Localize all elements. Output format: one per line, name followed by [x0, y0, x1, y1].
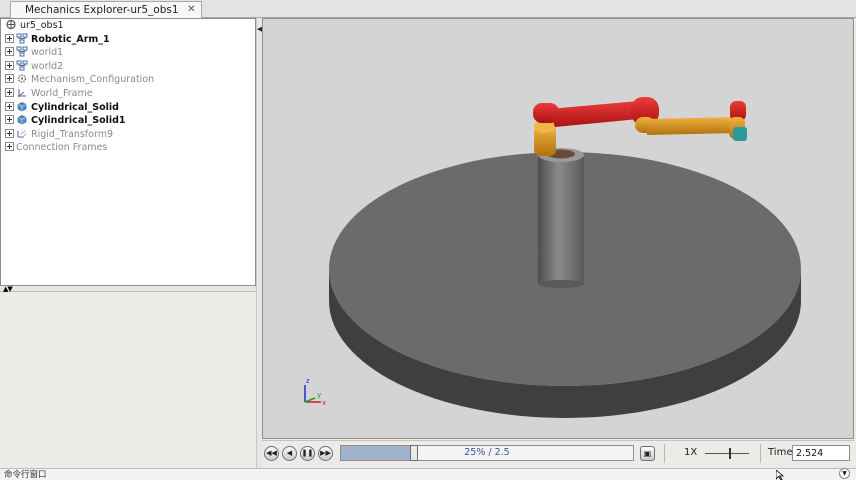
tree-item[interactable]: Robotic_Arm_1	[1, 33, 255, 47]
chevron-down-icon[interactable]: ▼	[839, 468, 850, 479]
subsystem-icon	[16, 33, 28, 44]
tree-item-label: Robotic_Arm_1	[31, 33, 110, 45]
mechanics-explorer-window: Mechanics Explorer-ur5_obs1 ✕ ur5_obs1 R…	[0, 0, 856, 480]
gear-icon	[17, 74, 27, 84]
subsystem-icon	[16, 60, 28, 71]
tree-item-label: Rigid_Transform9	[31, 128, 113, 140]
rewind-icon: ◀◀	[266, 449, 277, 457]
toolbar-divider	[760, 444, 761, 463]
robot-arm	[533, 97, 747, 156]
mechanism-icon	[6, 19, 16, 30]
solid-cube-icon	[17, 115, 27, 125]
tree-item[interactable]: Rigid_Transform9	[1, 128, 255, 142]
tab-mechanics-explorer[interactable]: Mechanics Explorer-ur5_obs1 ✕	[10, 1, 202, 18]
step-back-button[interactable]: ◀	[282, 446, 297, 461]
tree-item-label: world1	[31, 47, 64, 59]
tree-item-label: Mechanism_Configuration	[31, 74, 155, 86]
frame-icon	[17, 88, 26, 98]
playback-toolbar: ◀◀ ◀ ❚❚ ▶▶ 25% / 2.5 ▣ 1X Time	[262, 440, 854, 465]
speed-slider[interactable]	[705, 448, 749, 459]
expand-plus-icon[interactable]	[5, 115, 14, 125]
rewind-start-button[interactable]: ◀◀	[264, 446, 279, 461]
expand-plus-icon[interactable]	[5, 142, 14, 152]
record-video-button[interactable]: ▣	[640, 446, 655, 461]
mouse-cursor-icon	[776, 470, 785, 480]
camera-icon: ▣	[643, 449, 652, 458]
details-pane	[0, 292, 256, 468]
toolbar-divider	[664, 444, 665, 463]
tree-item-label: world2	[31, 60, 64, 72]
expand-plus-icon[interactable]	[5, 128, 14, 138]
tree-item-label: Connection Frames	[16, 142, 108, 154]
command-window-label[interactable]: 命令行窗口	[4, 469, 47, 480]
expand-plus-icon[interactable]	[5, 74, 14, 84]
tree-item[interactable]: world2	[1, 60, 255, 74]
tree-item[interactable]: Cylindrical_Solid	[1, 101, 255, 115]
tree-item[interactable]: Connection Frames	[1, 141, 255, 155]
close-icon[interactable]: ✕	[187, 2, 195, 18]
expand-plus-icon[interactable]	[5, 87, 14, 97]
subsystem-icon	[16, 46, 28, 57]
x-axis-label: x	[322, 399, 326, 407]
tree-item-label: Cylindrical_Solid	[31, 101, 119, 113]
expand-plus-icon[interactable]	[5, 33, 14, 43]
playback-progress-bar[interactable]: 25% / 2.5	[340, 445, 634, 461]
tree-root-label: ur5_obs1	[20, 20, 64, 31]
fast-forward-button[interactable]: ▶▶	[318, 446, 333, 461]
tree-root[interactable]: ur5_obs1	[1, 19, 255, 33]
tree-item[interactable]: world1	[1, 46, 255, 60]
step-back-icon: ◀	[286, 449, 293, 457]
3d-viewport[interactable]: z y x	[262, 18, 854, 439]
z-axis-label: z	[306, 377, 310, 385]
progress-text: 25% / 2.5	[464, 447, 510, 458]
speed-slider-thumb[interactable]	[729, 448, 731, 459]
command-window-bar: 命令行窗口 ▼	[0, 468, 856, 480]
pause-button[interactable]: ❚❚	[300, 446, 315, 461]
expand-plus-icon[interactable]	[5, 101, 14, 111]
axes-triad: z y x	[304, 377, 326, 407]
scene-canvas[interactable]: z y x	[263, 19, 853, 438]
tab-title: Mechanics Explorer-ur5_obs1	[25, 4, 179, 16]
tree-item[interactable]: Cylindrical_Solid1	[1, 114, 255, 128]
tab-strip: Mechanics Explorer-ur5_obs1 ✕	[0, 0, 856, 18]
transform-icon	[17, 129, 28, 138]
y-axis-label: y	[317, 391, 321, 399]
tree-item[interactable]: Mechanism_Configuration	[1, 73, 255, 87]
speed-label: 1X	[684, 447, 698, 458]
expand-plus-icon[interactable]	[5, 47, 14, 57]
fast-forward-icon: ▶▶	[320, 449, 331, 457]
pause-icon: ❚❚	[301, 449, 314, 457]
time-label: Time	[768, 447, 793, 458]
tree-item-label: World_Frame	[31, 87, 93, 99]
expand-plus-icon[interactable]	[5, 60, 14, 70]
time-input[interactable]	[792, 445, 850, 461]
tree-item[interactable]: World_Frame	[1, 87, 255, 101]
tree-item-label: Cylindrical_Solid1	[31, 115, 126, 127]
solid-cube-icon	[17, 101, 27, 111]
model-tree: ur5_obs1 Robotic_Arm_1 world1 world2 Mechan…	[0, 18, 256, 286]
pillar-cylinder	[538, 148, 584, 288]
